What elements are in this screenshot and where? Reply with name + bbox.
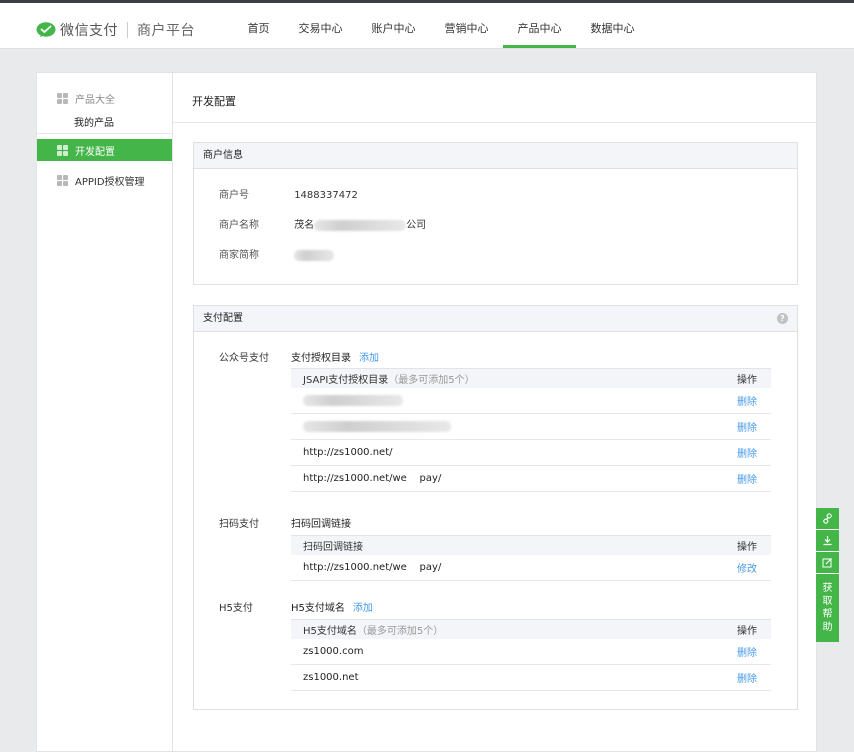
jsapi-row-value: http://zs1000.net/	[303, 447, 393, 458]
sidebar-item-label: 开发配置	[75, 146, 115, 158]
grid-icon	[57, 174, 68, 186]
redacted-blur	[314, 219, 407, 231]
pay-config-title: 支付配置 ?	[194, 306, 797, 332]
sidebar-item-label: APPID授权管理	[75, 176, 145, 188]
help-icon[interactable]: ?	[777, 313, 788, 324]
merchant-short-name-row: 商家简称	[219, 246, 335, 261]
pay-config-panel: 支付配置 ? 公众号支付 支付授权目录 添加 JSAPI支付授权目录 （最多可添加5…	[193, 305, 798, 710]
h5-table-header: H5支付域名 （最多可添加5个） 操作	[291, 619, 771, 639]
delete-link[interactable]: 删除	[737, 393, 757, 408]
jsapi-label: 公众号支付	[219, 353, 269, 364]
redacted-blur	[303, 421, 451, 432]
native-op-header: 操作	[737, 542, 757, 553]
native-label: 扫码支付	[219, 519, 259, 530]
redacted-blur	[294, 249, 335, 261]
merchant-id-label: 商户号	[219, 190, 249, 201]
sidebar-item-appid-auth[interactable]: APPID授权管理	[37, 169, 173, 191]
nav-data-center[interactable]: 数据中心	[576, 3, 649, 48]
top-nav: 首页 交易中心 账户中心 营销中心 产品中心 数据中心	[233, 3, 649, 48]
jsapi-table-header: JSAPI支付授权目录 （最多可添加5个） 操作	[291, 368, 771, 388]
merchant-info-title: 商户信息	[194, 143, 797, 169]
page-title: 开发配置	[192, 95, 236, 108]
jsapi-op-header: 操作	[737, 375, 757, 386]
download-icon	[823, 536, 832, 546]
h5-label: H5支付	[219, 603, 253, 614]
edit-button[interactable]	[816, 552, 839, 574]
wechat-pay-logo-icon	[36, 22, 56, 38]
native-table: 扫码回调链接 操作 http://zs1000.net/we pay/ 修改	[291, 535, 771, 581]
nav-trade-center[interactable]: 交易中心	[284, 3, 357, 48]
h5-op-header: 操作	[737, 626, 757, 637]
h5-add-link[interactable]: 添加	[353, 603, 373, 614]
h5-col-header: H5支付域名	[303, 626, 357, 637]
jsapi-add-link[interactable]: 添加	[359, 353, 379, 364]
get-help-button[interactable]: 获取帮助	[816, 574, 839, 642]
h5-row-value: zs1000.com	[303, 646, 364, 657]
sidebar: 产品大全 我的产品 开发配置 APPID授权管理	[36, 72, 173, 752]
table-row: http://zs1000.net/ 删除	[291, 440, 771, 466]
merchant-name-prefix: 茂名	[294, 220, 315, 231]
link-icon	[823, 513, 832, 524]
delete-link[interactable]: 删除	[737, 445, 757, 460]
merchant-name-label: 商户名称	[219, 220, 259, 231]
native-col-header: 扫码回调链接	[303, 542, 363, 553]
sidebar-group-products: 产品大全	[57, 91, 115, 106]
main-content: 开发配置 商户信息 商户号 1488337472 商户名称 茂名 公司 商家简称 …	[172, 72, 817, 752]
jsapi-title-text: 支付授权目录	[291, 353, 351, 364]
merchant-name-suffix: 公司	[406, 220, 427, 231]
redacted-blur	[303, 395, 403, 406]
table-row: http://zs1000.net/we pay/ 修改	[291, 555, 771, 581]
grid-icon	[57, 144, 68, 156]
jsapi-col-hint: （最多可添加5个）	[388, 375, 475, 386]
nav-home[interactable]: 首页	[233, 3, 284, 48]
table-row: zs1000.com 删除	[291, 639, 771, 665]
h5-col-hint: （最多可添加5个）	[356, 626, 444, 637]
table-row: 删除	[291, 414, 771, 440]
sidebar-item-dev-config[interactable]: 开发配置	[37, 139, 173, 161]
table-row: zs1000.net 删除	[291, 665, 771, 691]
h5-title: H5支付域名 添加	[291, 599, 373, 614]
nav-account-center[interactable]: 账户中心	[357, 3, 430, 48]
table-row: http://zs1000.net/we pay/ 删除	[291, 466, 771, 492]
pay-config-title-text: 支付配置	[203, 313, 243, 324]
delete-link[interactable]: 删除	[737, 644, 757, 659]
floating-toolbar: 获取帮助	[816, 508, 839, 642]
grid-icon	[57, 93, 68, 104]
native-title: 扫码回调链接	[291, 519, 351, 530]
title-divider	[173, 122, 816, 123]
table-row: 删除	[291, 388, 771, 414]
sidebar-group-label: 产品大全	[75, 95, 115, 106]
delete-link[interactable]: 删除	[737, 670, 757, 685]
sidebar-item-my-products[interactable]: 我的产品	[74, 114, 114, 129]
nav-marketing-center[interactable]: 营销中心	[430, 3, 503, 48]
h5-row-value: zs1000.net	[303, 672, 359, 683]
logo[interactable]: 微信支付 商户平台	[36, 20, 195, 40]
jsapi-table: JSAPI支付授权目录 （最多可添加5个） 操作 删除 删除 http://zs1…	[291, 368, 771, 492]
merchant-name-row: 商户名称 茂名 公司	[219, 216, 426, 231]
delete-link[interactable]: 删除	[737, 471, 757, 486]
native-row-value: http://zs1000.net/we pay/	[303, 562, 442, 573]
delete-link[interactable]: 删除	[737, 419, 757, 434]
merchant-info-panel: 商户信息 商户号 1488337472 商户名称 茂名 公司 商家简称	[193, 142, 798, 285]
link-button[interactable]	[816, 508, 839, 530]
jsapi-title: 支付授权目录 添加	[291, 349, 379, 364]
h5-table: H5支付域名 （最多可添加5个） 操作 zs1000.com 删除 zs1000.…	[291, 619, 771, 691]
logo-divider	[127, 22, 128, 38]
platform-name: 商户平台	[137, 23, 195, 39]
nav-product-center[interactable]: 产品中心	[503, 3, 576, 48]
merchant-id-value: 1488337472	[294, 190, 358, 201]
h5-title-text: H5支付域名	[291, 603, 345, 614]
merchant-short-name-label: 商家简称	[219, 250, 259, 261]
jsapi-row-value: http://zs1000.net/we pay/	[303, 473, 442, 484]
edit-link[interactable]: 修改	[737, 560, 757, 575]
sidebar-divider	[37, 133, 172, 134]
merchant-id-row: 商户号 1488337472	[219, 186, 358, 201]
brand-name: 微信支付	[60, 23, 118, 39]
download-button[interactable]	[816, 530, 839, 552]
native-table-header: 扫码回调链接 操作	[291, 535, 771, 555]
get-help-label: 获取帮助	[822, 583, 833, 633]
edit-icon	[822, 558, 832, 568]
jsapi-col-header: JSAPI支付授权目录	[303, 375, 389, 386]
